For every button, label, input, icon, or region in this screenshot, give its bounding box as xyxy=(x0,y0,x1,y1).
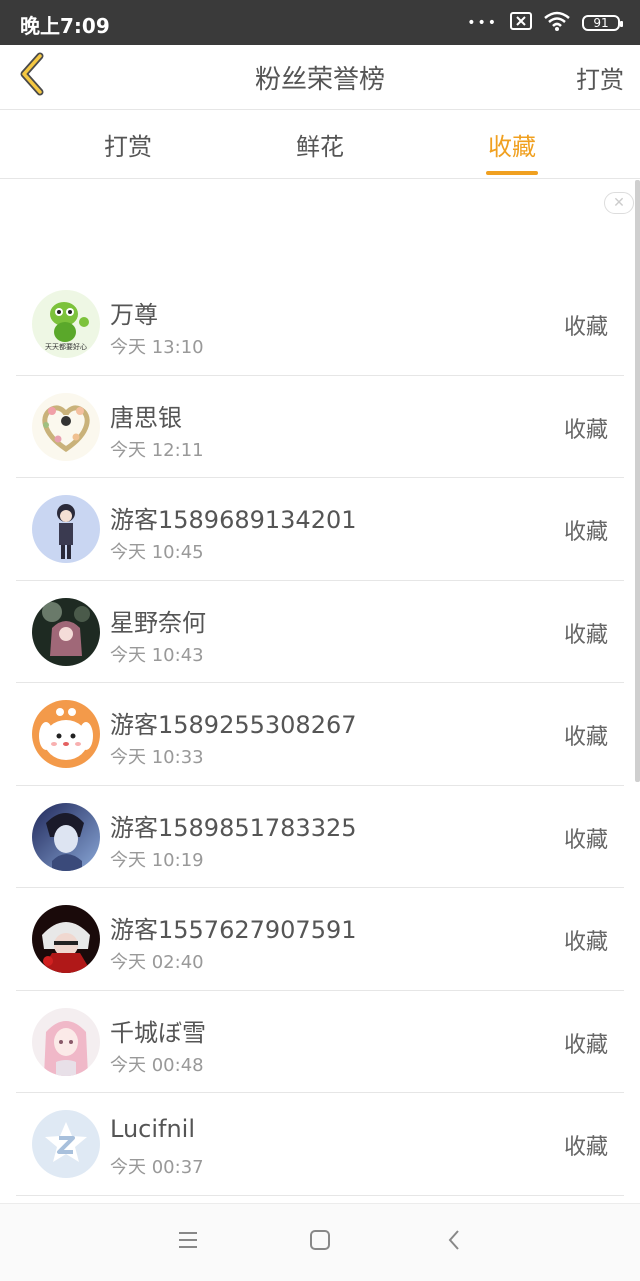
avatar[interactable] xyxy=(32,1007,100,1076)
favorite-label: 收藏 xyxy=(563,1032,608,1058)
tab-label: 收藏 xyxy=(488,132,536,161)
user-name: Lucifnil xyxy=(110,1115,196,1143)
favorite-label: 收藏 xyxy=(563,930,608,955)
list-item[interactable]: 游客1589851783325 今天 10:19 收藏 xyxy=(16,786,624,888)
tab-bar: 打赏 鲜花 收藏 xyxy=(0,110,640,179)
back-nav-button[interactable] xyxy=(440,1228,468,1256)
page-title: 粉丝荣誉榜 xyxy=(254,65,385,95)
list-item[interactable]: Lucifnil 今天 00:37 收藏 xyxy=(16,1093,624,1196)
more-dots-icon: ••• xyxy=(467,15,498,31)
timestamp: 今天 00:37 xyxy=(110,1157,204,1178)
timestamp: 今天 12:11 xyxy=(110,439,204,461)
tab-label: 鲜花 xyxy=(296,132,344,161)
tab-reward[interactable]: 打赏 xyxy=(78,110,178,178)
avatar[interactable] xyxy=(32,700,100,768)
user-name: 游客1589851783325 xyxy=(110,813,357,842)
user-name: 唐思银 xyxy=(110,403,182,432)
close-ad-icon[interactable]: ✕ xyxy=(604,192,634,214)
avatar[interactable]: 天天都要好心 xyxy=(32,290,100,358)
user-name: 万尊 xyxy=(110,301,158,329)
no-sim-icon xyxy=(510,12,532,34)
timestamp: 今天 10:45 xyxy=(110,542,204,563)
favorite-label: 收藏 xyxy=(563,417,608,443)
favorite-label: 收藏 xyxy=(563,622,608,648)
user-name: 星野奈何 xyxy=(110,608,206,637)
avatar[interactable] xyxy=(32,495,100,563)
favorite-label: 收藏 xyxy=(563,315,608,340)
wifi-icon xyxy=(544,11,570,35)
list-item[interactable]: 天天都要好心 万尊 今天 13:10 收藏 xyxy=(16,273,624,376)
avatar[interactable] xyxy=(32,597,100,666)
list-item[interactable]: 星野奈何 今天 10:43 收藏 xyxy=(16,581,624,683)
header: 粉丝荣誉榜 打赏 xyxy=(0,45,640,110)
user-name: 游客1589689134201 xyxy=(110,506,357,534)
timestamp: 今天 02:40 xyxy=(110,952,204,973)
avatar[interactable] xyxy=(32,905,100,973)
avatar[interactable] xyxy=(32,1110,100,1178)
list-item[interactable]: 游客1557627907591 今天 02:40 收藏 xyxy=(16,888,624,991)
timestamp: 今天 13:10 xyxy=(110,337,204,358)
avatar[interactable] xyxy=(32,802,100,871)
svg-text:天天都要好心: 天天都要好心 xyxy=(45,342,87,351)
favorite-label: 收藏 xyxy=(563,1135,608,1160)
status-time: 晚上7:09 xyxy=(20,14,110,38)
menu-icon xyxy=(177,1231,199,1253)
user-name: 游客1589255308267 xyxy=(110,711,357,739)
user-name: 千城ぼ雪 xyxy=(110,1018,206,1047)
home-button[interactable] xyxy=(306,1228,334,1256)
tab-favorites[interactable]: 收藏 xyxy=(462,110,562,178)
back-icon xyxy=(446,1229,462,1255)
list-item[interactable]: 游客1589255308267 今天 10:33 收藏 xyxy=(16,683,624,786)
favorite-label: 收藏 xyxy=(563,520,608,545)
scrollbar[interactable] xyxy=(635,180,640,782)
favorite-label: 收藏 xyxy=(563,827,608,853)
timestamp: 今天 10:43 xyxy=(110,644,204,666)
list-item[interactable]: 千城ぼ雪 今天 00:48 收藏 xyxy=(16,991,624,1093)
tab-flowers[interactable]: 鲜花 xyxy=(270,110,370,178)
status-icons: ••• 91 xyxy=(467,10,623,36)
user-name: 游客1557627907591 xyxy=(110,916,357,944)
battery-icon: 91 xyxy=(582,15,623,31)
favorites-list: 天天都要好心 万尊 今天 13:10 收藏 唐思银 今天 12:11 收藏 游客… xyxy=(16,273,624,1196)
tab-label: 打赏 xyxy=(104,132,152,161)
timestamp: 今天 10:19 xyxy=(110,849,204,871)
system-nav-bar xyxy=(0,1203,640,1281)
favorite-label: 收藏 xyxy=(563,725,608,750)
timestamp: 今天 00:48 xyxy=(110,1054,204,1076)
avatar[interactable] xyxy=(32,392,100,461)
menu-button[interactable] xyxy=(174,1228,202,1256)
reward-button[interactable]: 打赏 xyxy=(576,60,624,95)
list-item[interactable]: 游客1589689134201 今天 10:45 收藏 xyxy=(16,478,624,581)
active-tab-indicator xyxy=(486,171,538,175)
list-item[interactable]: 唐思银 今天 12:11 收藏 xyxy=(16,376,624,478)
timestamp: 今天 10:33 xyxy=(110,747,204,768)
home-icon xyxy=(309,1229,331,1255)
status-bar: 晚上7:09 ••• 91 xyxy=(0,0,640,45)
